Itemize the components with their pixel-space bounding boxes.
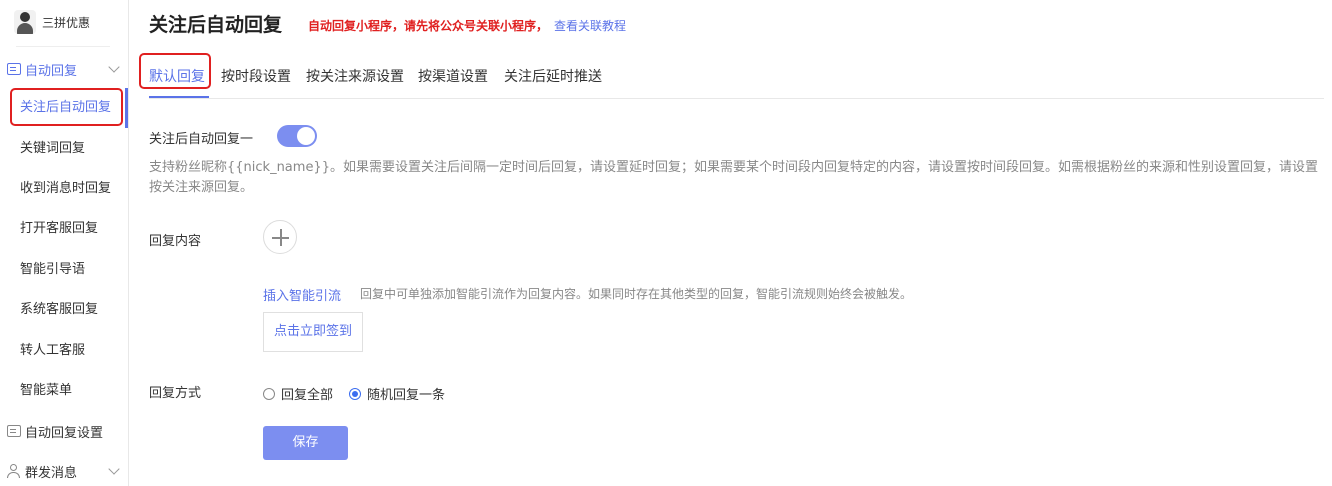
- highlight-box: [10, 88, 123, 126]
- tab-bar: 默认回复 按时段设置 按关注来源设置 按渠道设置 关注后延时推送: [149, 60, 1324, 99]
- chevron-down-icon: [108, 61, 120, 73]
- page-title: 关注后自动回复: [149, 14, 283, 36]
- toggle-knob: [297, 127, 315, 145]
- radio-label: 回复全部: [281, 388, 334, 403]
- tab-delayed-push[interactable]: 关注后延时推送: [504, 64, 602, 90]
- content-label: 回复内容: [149, 234, 202, 249]
- menu-group-label: 自动回复设置: [25, 425, 104, 441]
- radio-reply-all[interactable]: 回复全部: [263, 384, 333, 403]
- save-button[interactable]: 保存: [263, 426, 348, 460]
- sidebar-item-system-reply[interactable]: 系统客服回复: [20, 300, 98, 320]
- highlight-box: [139, 53, 211, 89]
- insert-hint: 回复中可单独添加智能引流作为回复内容。如果同时存在其他类型的回复，智能引流规则始…: [360, 287, 913, 301]
- active-indicator: [125, 88, 128, 128]
- sign-in-button[interactable]: 点击立即签到: [263, 312, 363, 352]
- radio-circle: [263, 387, 275, 400]
- tab-time-period[interactable]: 按时段设置: [221, 64, 291, 90]
- message-icon: [7, 63, 21, 75]
- tutorial-link[interactable]: 查看关联教程: [554, 17, 626, 34]
- sidebar-item-service-reply[interactable]: 打开客服回复: [20, 219, 98, 239]
- menu-group-broadcast[interactable]: 群发消息: [0, 458, 128, 484]
- tab-follow-source[interactable]: 按关注来源设置: [306, 64, 404, 90]
- add-content-button[interactable]: [263, 220, 297, 254]
- account-name: 三拼优惠: [42, 15, 91, 30]
- description-text: 支持粉丝昵称{{nick_name}}。如果需要设置关注后间隔一定时间后回复，请…: [149, 160, 1318, 195]
- sidebar-item-human-service[interactable]: 转人工客服: [20, 341, 85, 361]
- avatar: [14, 10, 36, 34]
- switch-label: 关注后自动回复一: [149, 132, 254, 147]
- radio-circle-selected: [349, 387, 361, 400]
- menu-group-reply-settings[interactable]: 自动回复设置: [0, 418, 128, 444]
- sidebar-item-keyword-reply[interactable]: 关键词回复: [20, 139, 85, 159]
- sidebar-item-smart-menu[interactable]: 智能菜单: [20, 381, 72, 401]
- mode-label: 回复方式: [149, 386, 202, 401]
- tab-channel[interactable]: 按渠道设置: [418, 64, 488, 90]
- sidebar-item-message-reply[interactable]: 收到消息时回复: [20, 179, 111, 199]
- menu-group-label: 群发消息: [25, 465, 78, 481]
- sidebar-divider: [16, 46, 110, 47]
- tab-underline: [149, 96, 209, 98]
- sidebar: 三拼优惠 自动回复 关注后自动回复 关键词回复 收到消息时回复 打开客服回复 智…: [0, 0, 129, 486]
- auto-reply-toggle[interactable]: [277, 125, 317, 147]
- radio-label: 随机回复一条: [367, 388, 446, 403]
- user-group-icon: [7, 464, 21, 478]
- account[interactable]: 三拼优惠: [14, 8, 90, 36]
- sidebar-item-smart-guide[interactable]: 智能引导语: [20, 260, 85, 280]
- main-content: 关注后自动回复 自动回复小程序，请先将公众号关联小程序， 查看关联教程 默认回复…: [129, 0, 1332, 486]
- message-icon: [7, 425, 21, 437]
- insert-smart-flow-link[interactable]: 插入智能引流: [263, 285, 341, 304]
- chevron-down-icon: [108, 463, 120, 475]
- notice-text: 自动回复小程序，请先将公众号关联小程序，: [308, 19, 549, 33]
- menu-group-label: 自动回复: [25, 63, 78, 79]
- menu-group-auto-reply[interactable]: 自动回复: [0, 56, 128, 82]
- radio-random-one[interactable]: 随机回复一条: [349, 384, 445, 403]
